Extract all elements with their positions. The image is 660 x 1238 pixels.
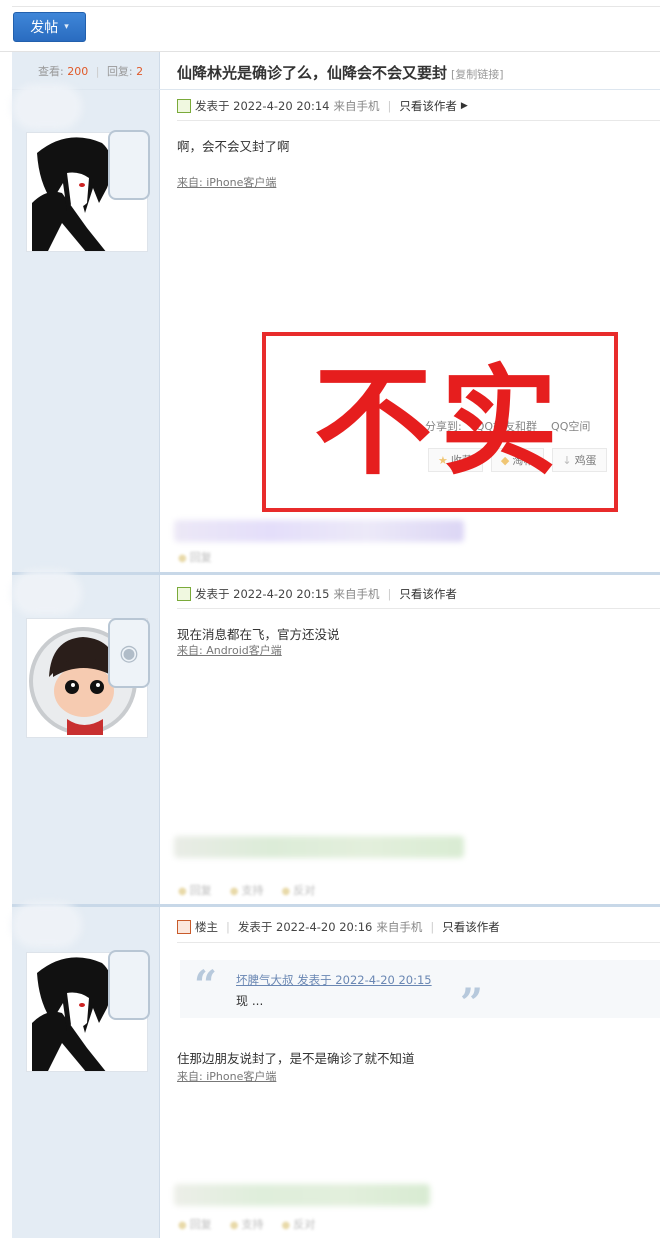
copy-link[interactable]: [复制链接] [451,68,504,81]
blurred-region [174,1184,430,1206]
replies-count: 2 [136,65,144,78]
client-source-link[interactable]: 来自: Android客户端 [177,642,282,658]
open-quote-icon: “ [194,962,218,1009]
views-label: 查看: [38,65,64,78]
thread-title: 仙降林光是确诊了么，仙降会不会又要封 [177,64,448,82]
post-meta: 发表于 2022-4-20 20:15 来自手机 | 只看该作者 [177,586,457,602]
top-toolbar: 发帖 ▾ [0,0,660,52]
new-post-label: 发帖 [30,20,59,36]
online-status-icon [177,587,191,601]
post-actions: 回复 [178,549,212,565]
reply-button[interactable]: 回复 [178,882,212,898]
blurred-region [12,570,82,616]
post-date: 发表于 2022-4-20 20:16 [237,920,373,934]
mobile-tag: 来自手机 [333,587,380,601]
false-claim-stamp: 不实 [262,332,618,512]
blurred-region [12,902,82,948]
chevron-down-icon[interactable]: ▾ [64,22,69,32]
quote-source-link[interactable]: 坏脾气大叔 发表于 2022-4-20 20:15 [236,972,432,988]
blurred-region [174,520,464,542]
only-author-link[interactable]: 只看该作者 [399,98,457,114]
post-date: 发表于 2022-4-20 20:14 [195,99,330,113]
post-meta: 楼主 | 发表于 2022-4-20 20:16 来自手机 | 只看该作者 [177,919,500,935]
post-content: 啊，会不会又封了啊 [177,139,290,154]
iphone-icon [108,130,150,200]
oppose-button[interactable]: 反对 [281,882,315,898]
iphone-icon [108,950,150,1020]
support-button[interactable]: 支持 [230,1216,263,1232]
meta-divider [177,608,660,609]
reply-button[interactable]: 回复 [178,549,212,565]
android-icon: ◉ [108,618,150,688]
post-date: 发表于 2022-4-20 20:15 [195,587,330,601]
thread-stats: 查看: 200 | 回复: 2 [38,65,144,78]
oppose-button[interactable]: 反对 [281,1216,315,1232]
online-status-icon [177,99,191,113]
only-author-link[interactable]: 只看该作者 [442,919,500,935]
views-count: 200 [67,65,89,78]
caret-right-icon[interactable]: ▶ [461,101,468,111]
client-source-link[interactable]: 来自: iPhone客户端 [177,174,276,190]
post-content: 住那边朋友说封了，是不是确诊了就不知道 [177,1051,415,1066]
post-3: 楼主 | 发表于 2022-4-20 20:16 来自手机 | 只看该作者 住那… [12,902,660,1238]
new-post-button[interactable]: 发帖 ▾ [13,12,86,42]
blurred-region [174,836,464,858]
blurred-region [12,84,82,130]
post-meta: 发表于 2022-4-20 20:14 来自手机 | 只看该作者 ▶ [177,98,468,114]
author-tag: 楼主 [195,920,218,934]
replies-label: 回复: [106,65,133,78]
meta-divider [177,942,660,943]
thread-header: 查看: 200 | 回复: 2 仙降林光是确诊了么，仙降会不会又要封 [复制链接] [12,52,660,90]
top-divider [12,6,660,7]
client-source-link[interactable]: 来自: iPhone客户端 [177,1068,276,1084]
post-content: 现在消息都在飞，官方还没说 [177,627,340,642]
reply-button[interactable]: 回复 [178,1216,212,1232]
close-quote-icon: ” [460,980,484,1027]
quote-text: 现 ... [236,994,264,1008]
meta-divider [177,120,660,121]
mobile-tag: 来自手机 [376,920,423,934]
post-2: 发表于 2022-4-20 20:15 来自手机 | 只看该作者 ◉ 现在消息都… [12,570,660,904]
post-actions: 回复 支持 反对 [178,882,315,898]
post-divider [12,904,660,907]
support-button[interactable]: 支持 [230,882,263,898]
post-actions: 回复 支持 反对 [178,1216,315,1232]
thread-starter-icon [177,920,191,934]
post-divider [12,572,660,575]
stamp-text: 不实 [313,353,566,491]
quoted-post: “ 坏脾气大叔 发表于 2022-4-20 20:15 现 ... ” [180,960,660,1027]
mobile-tag: 来自手机 [333,99,380,113]
only-author-link[interactable]: 只看该作者 [399,586,457,602]
page-title: 仙降林光是确诊了么，仙降会不会又要封 [复制链接] [177,62,504,83]
